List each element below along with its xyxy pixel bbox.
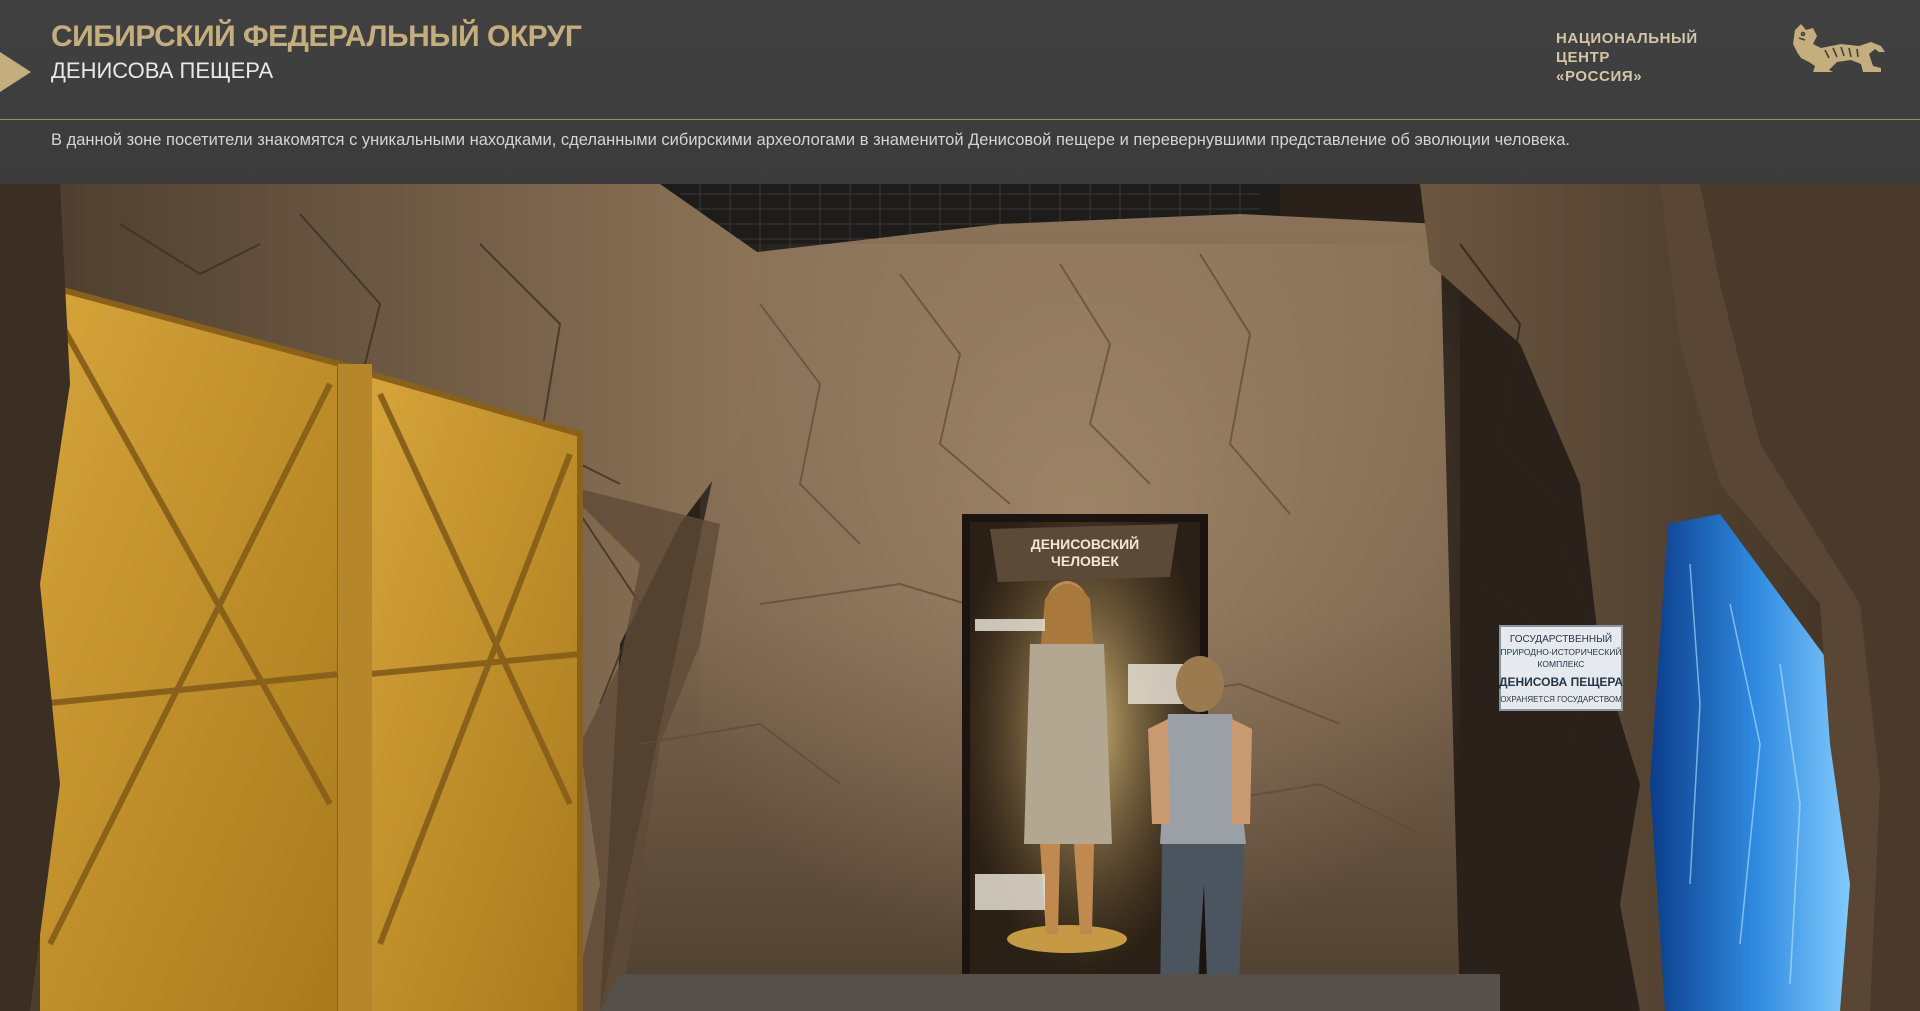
sign-line4: ДЕНИСОВА ПЕЩЕРА [1499, 675, 1623, 689]
tiger-logo-icon [1793, 24, 1885, 72]
exhibit-title-line1: ДЕНИСОВСКИЙ [1031, 535, 1140, 552]
sign-line1: ГОСУДАРСТВЕННЫЙ [1510, 632, 1612, 645]
page-header: СИБИРСКИЙ ФЕДЕРАЛЬНЫЙ ОКРУГ ДЕНИСОВА ПЕЩ… [0, 0, 1920, 184]
organization-name: НАЦИОНАЛЬНЫЙ ЦЕНТР «РОССИЯ» [1556, 29, 1736, 86]
play-arrow-icon [0, 52, 31, 92]
region-title: СИБИРСКИЙ ФЕДЕРАЛЬНЫЙ ОКРУГ [51, 20, 582, 53]
zone-description: В данной зоне посетители знакомятся с ун… [51, 131, 1570, 149]
header-divider [0, 119, 1920, 120]
sign-line3: КОМПЛЕКС [1538, 659, 1585, 669]
exhibit-title-line2: ЧЕЛОВЕК [1051, 553, 1119, 569]
exhibit-render-image: ДЕНИСОВСКИЙ ЧЕЛОВЕК ГОСУДАРСТВЕННЫЙ ПРИР… [0, 184, 1920, 1011]
zone-title: ДЕНИСОВА ПЕЩЕРА [51, 58, 274, 83]
sign-line2: ПРИРОДНО-ИСТОРИЧЕСКИЙ [1501, 646, 1622, 657]
sign-line5: ОХРАНЯЕТСЯ ГОСУДАРСТВОМ [1500, 695, 1622, 704]
organization-name-line2: «РОССИЯ» [1556, 68, 1643, 85]
organization-name-line1: НАЦИОНАЛЬНЫЙ ЦЕНТР [1556, 30, 1698, 66]
